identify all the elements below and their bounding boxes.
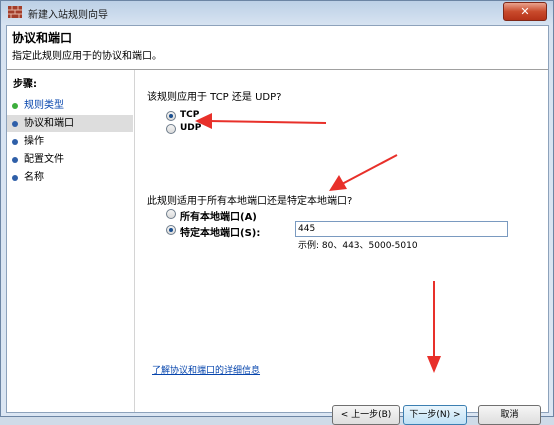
arrow-to-specific-ports: [329, 154, 398, 191]
arrow-to-tcp: [195, 113, 327, 129]
annotation-arrows: [195, 113, 441, 373]
arrow-to-next-button: [427, 281, 441, 373]
